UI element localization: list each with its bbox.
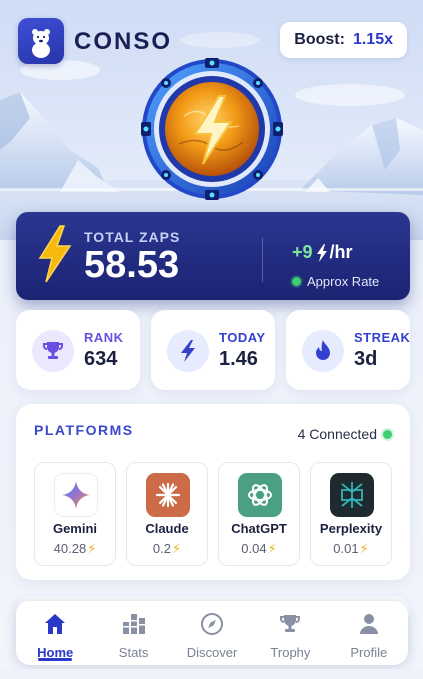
bolt-icon [36,224,72,289]
platform-amount: 0.2⚡ [152,541,182,556]
bolt-icon: ⚡ [171,541,182,556]
platform-tile-chatgpt[interactable]: ChatGPT 0.04⚡ [218,462,300,566]
today-label: TODAY [219,330,266,345]
status-dot-icon [292,277,301,286]
chatgpt-icon [238,473,282,517]
platform-tile-perplexity[interactable]: Perplexity 0.01⚡ [310,462,392,566]
rank-value: 634 [84,348,118,370]
streak-label: STREAK [354,330,411,345]
platform-amount: 0.04⚡ [241,541,277,556]
platform-amount: 0.01⚡ [333,541,369,556]
platforms-title: PLATFORMS [34,422,134,438]
nav-label: Stats [118,645,149,660]
nav-label: Profile [350,645,388,660]
trophy-icon [278,611,302,637]
nav-item-trophy[interactable]: Trophy [251,601,329,665]
today-value: 1.46 [219,348,258,370]
nav-item-home[interactable]: Home [16,601,94,665]
nav-item-stats[interactable]: Stats [94,601,172,665]
total-zaps-value: 58.53 [84,244,180,286]
platform-tile-gemini[interactable]: Gemini 40.28⚡ [34,462,116,566]
nav-item-profile[interactable]: Profile [330,601,408,665]
nav-label: Discover [186,645,238,660]
streak-value: 3d [354,348,378,370]
active-indicator [38,658,73,661]
energy-orb-icon[interactable] [139,56,285,202]
profile-icon [357,611,381,637]
streak-card[interactable]: STREAK 3d [286,310,410,390]
today-card[interactable]: TODAY 1.46 [151,310,275,390]
stats-icon [121,611,147,637]
polar-bear-icon[interactable] [18,18,64,64]
home-indicator-area [0,669,423,679]
nav-label: Trophy [270,645,311,660]
connected-status: 4 Connected [298,426,392,442]
platform-amount: 40.28⚡ [53,541,97,556]
boost-badge[interactable]: Boost: 1.15x [280,22,407,58]
platform-name: Gemini [52,521,98,536]
nav-item-discover[interactable]: Discover [173,601,251,665]
claude-icon [146,473,190,517]
total-zaps-label: TOTAL ZAPS [84,229,181,245]
platforms-card: PLATFORMS 4 Connected Gemini 40.28⚡ Clau… [16,404,410,580]
compass-icon [200,611,224,637]
bolt-icon: ⚡ [87,541,97,556]
platform-tile-claude[interactable]: Claude 0.2⚡ [126,462,208,566]
home-icon [43,611,67,637]
bottom-nav: Home Stats Discover Trophy Profile [16,601,408,665]
approx-rate: Approx Rate [292,274,379,289]
zap-rate-value: +9 [292,242,313,262]
boost-value: 1.15x [352,31,393,48]
divider [262,238,263,282]
boost-label: Boost: [294,31,345,48]
zap-rate: +9 /hr [292,242,353,263]
gemini-icon [54,473,98,517]
total-zaps-card: TOTAL ZAPS 58.53 +9 /hr Approx Rate [16,212,410,300]
platform-name: ChatGPT [231,521,287,536]
flame-icon [302,330,344,372]
connected-label: 4 Connected [297,426,377,442]
app-name: CONSO [74,28,173,55]
approx-rate-label: Approx Rate [307,274,380,289]
status-dot-icon [383,429,392,439]
platform-name: Perplexity [319,521,383,536]
platform-name: Claude [145,521,189,536]
perplexity-icon [330,473,374,517]
rank-card[interactable]: RANK 634 [16,310,140,390]
bolt-icon: ⚡ [359,541,369,556]
zap-rate-unit: /hr [329,242,353,262]
trophy-icon [32,330,74,372]
bolt-icon [167,330,209,372]
rank-label: RANK [84,330,124,345]
bolt-icon [316,243,328,262]
bolt-icon: ⚡ [267,541,277,556]
